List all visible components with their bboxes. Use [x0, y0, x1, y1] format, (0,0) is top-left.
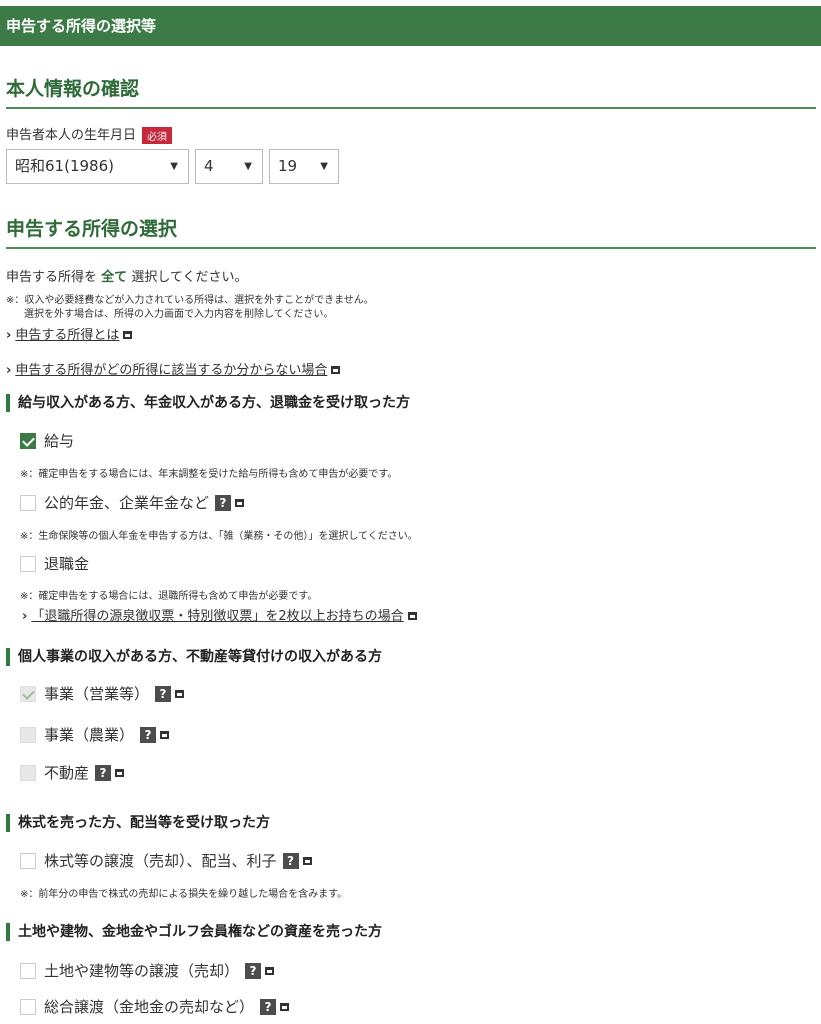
link-row-1[interactable]: › 申告する所得とは	[6, 324, 133, 343]
gold-option[interactable]: 総合譲渡（金地金の売却など） ?	[20, 996, 290, 1017]
link-row-2[interactable]: › 申告する所得がどの所得に該当するか分からない場合	[6, 359, 341, 378]
help-icon[interactable]: ?	[140, 726, 157, 743]
income-note-2: 選択を外す場合は、所得の入力画面で入力内容を削除してください。	[24, 309, 334, 320]
stocks-checkbox[interactable]	[20, 852, 36, 869]
gold-label: 総合譲渡（金地金の売却など）	[44, 998, 255, 1016]
chevron-right-icon: ›	[6, 363, 12, 378]
instruction-emphasis: 全て	[101, 270, 128, 285]
new-window-icon	[115, 768, 125, 777]
chevron-right-icon: ›	[22, 609, 28, 624]
month-value: 4	[204, 157, 214, 175]
income-note-1: ※：収入や必要経費などが入力されている所得は、選択を外すことができません。	[6, 295, 374, 306]
new-window-icon	[235, 498, 245, 507]
help-icon[interactable]: ?	[95, 764, 112, 781]
instruction-suffix: 選択してください。	[131, 270, 248, 285]
new-window-icon	[123, 330, 133, 339]
retirement-checkbox[interactable]	[20, 555, 36, 572]
day-value: 19	[278, 157, 298, 175]
land-label: 土地や建物等の譲渡（売却）	[44, 962, 240, 980]
chevron-down-icon: ▼	[244, 161, 252, 172]
what-is-income-link[interactable]: 申告する所得とは	[15, 328, 119, 343]
income-instruction: 申告する所得を 全て 選択してください。	[6, 266, 248, 285]
retirement-label: 退職金	[44, 555, 90, 573]
group-assets-title: 土地や建物、金地金やゴルフ会員権などの資産を売った方	[6, 923, 382, 941]
farming-option[interactable]: 事業（農業） ?	[20, 724, 170, 745]
realestate-checkbox[interactable]	[20, 764, 36, 781]
group-stocks-title: 株式を売った方、配当等を受け取った方	[6, 814, 270, 832]
salary-note: ※：確定申告をする場合には、年末調整を受けた給与所得も含めて申告が必要です。	[20, 469, 398, 480]
realestate-option[interactable]: 不動産 ?	[20, 762, 125, 783]
stocks-label: 株式等の譲渡（売却）、配当、利子	[44, 852, 277, 870]
instruction-prefix: 申告する所得を	[6, 270, 98, 285]
farming-checkbox[interactable]	[20, 726, 36, 743]
business-label: 事業（営業等）	[44, 685, 150, 703]
gold-checkbox[interactable]	[20, 998, 36, 1015]
pension-option[interactable]: 公的年金、企業年金など ?	[20, 492, 245, 513]
help-icon[interactable]: ?	[260, 998, 277, 1015]
new-window-icon	[331, 365, 341, 374]
land-checkbox[interactable]	[20, 962, 36, 979]
new-window-icon	[265, 966, 275, 975]
help-icon[interactable]: ?	[245, 962, 262, 979]
new-window-icon	[407, 611, 417, 620]
retirement-option[interactable]: 退職金	[20, 553, 89, 574]
unsure-income-link[interactable]: 申告する所得がどの所得に該当するか分からない場合	[15, 363, 327, 378]
required-badge: 必須	[142, 127, 173, 144]
dob-label: 申告者本人の生年月日	[6, 128, 137, 143]
identity-section-title: 本人情報の確認	[6, 74, 816, 109]
retirement-link-row[interactable]: › 「退職所得の源泉徴収票・特別徴収票」を2枚以上お持ちの場合	[22, 605, 417, 624]
day-select[interactable]: 19 ▼	[269, 149, 339, 184]
chevron-down-icon: ▼	[170, 161, 178, 172]
realestate-label: 不動産	[44, 764, 90, 782]
stocks-note: ※：前年分の申告で株式の売却による損失を繰り越した場合を含みます。	[20, 889, 348, 900]
new-window-icon	[160, 730, 170, 739]
month-select[interactable]: 4 ▼	[195, 149, 263, 184]
dob-label-row: 申告者本人の生年月日 必須	[6, 124, 173, 144]
chevron-right-icon: ›	[6, 328, 12, 343]
pension-label: 公的年金、企業年金など	[44, 494, 210, 512]
pension-note: ※：生命保険等の個人年金を申告する方は、「雑（業務・その他）」を選択してください…	[20, 531, 418, 542]
new-window-icon	[280, 1002, 290, 1011]
retirement-note: ※：確定申告をする場合には、退職所得も含めて申告が必要です。	[20, 591, 318, 602]
era-year-value: 昭和61(1986)	[15, 157, 114, 175]
group-business-title: 個人事業の収入がある方、不動産等貸付けの収入がある方	[6, 648, 382, 666]
salary-label: 給与	[44, 432, 75, 450]
help-icon[interactable]: ?	[282, 852, 299, 869]
business-checkbox[interactable]	[20, 685, 36, 702]
farming-label: 事業（農業）	[44, 726, 135, 744]
income-section-title: 申告する所得の選択	[6, 214, 816, 249]
new-window-icon	[175, 689, 185, 698]
group-salary-pension-title: 給与収入がある方、年金収入がある方、退職金を受け取った方	[6, 394, 410, 412]
page-header: 申告する所得の選択等	[0, 6, 821, 46]
chevron-down-icon: ▼	[320, 161, 328, 172]
land-option[interactable]: 土地や建物等の譲渡（売却） ?	[20, 960, 275, 981]
new-window-icon	[302, 856, 312, 865]
salary-checkbox[interactable]	[20, 432, 36, 449]
era-year-select[interactable]: 昭和61(1986) ▼	[6, 149, 189, 184]
help-icon[interactable]: ?	[155, 685, 172, 702]
business-option[interactable]: 事業（営業等） ?	[20, 683, 185, 704]
salary-option[interactable]: 給与	[20, 430, 74, 451]
pension-checkbox[interactable]	[20, 494, 36, 511]
help-icon[interactable]: ?	[215, 494, 232, 511]
stocks-option[interactable]: 株式等の譲渡（売却）、配当、利子 ?	[20, 850, 312, 871]
multiple-withholding-link[interactable]: 「退職所得の源泉徴収票・特別徴収票」を2枚以上お持ちの場合	[31, 609, 403, 624]
